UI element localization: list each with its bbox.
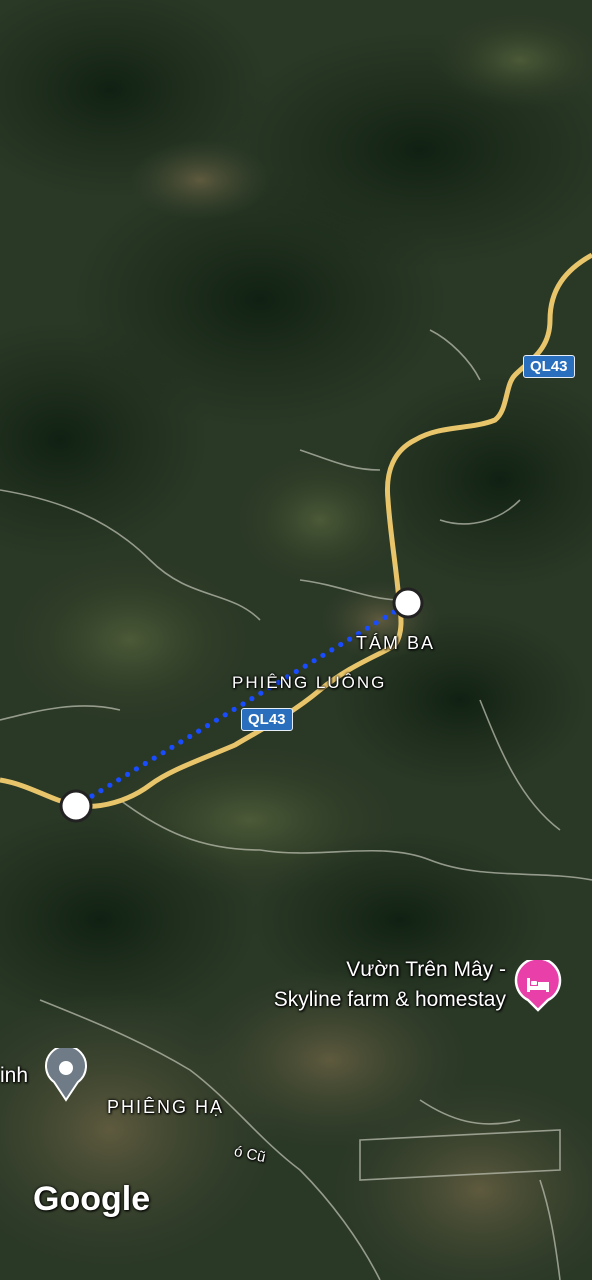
road-shield-ql43-top: QL43 [523,355,575,378]
route-dot [320,652,326,658]
route-dot [302,663,308,669]
place-label-tam-ba: TÁM BA [356,633,436,653]
hotel-bed-icon[interactable] [514,957,562,1012]
route-dot [213,717,219,723]
route-dot [133,766,139,772]
route-dot [329,647,335,653]
route-dot [187,733,193,740]
satellite-map[interactable] [0,0,592,1280]
route-dot [98,788,104,794]
route-dot [311,658,317,664]
place-label-phieng-ha: PHIÊNG HẠ [107,1097,225,1117]
route-dot [178,739,184,745]
route-dot [382,614,388,621]
route-dot [124,771,131,778]
poi-name-line1: Vườn Trên Mây - [346,958,506,981]
road-shield-ql43-mid: QL43 [241,708,293,731]
route-dot [142,760,148,767]
route-end-point[interactable] [392,587,424,619]
route-dot [347,636,353,642]
route-dot [196,728,202,734]
route-dot [373,620,379,626]
route-dot [160,750,166,756]
route-dot [204,723,211,729]
google-logo: Google [33,1180,151,1218]
route-dot [169,744,175,750]
route-dot [364,625,370,631]
poi-name-line2: Skyline farm & homestay [273,988,506,1011]
location-pin-icon[interactable] [44,1045,88,1102]
route-dot [231,706,237,713]
place-label-phieng-luong: PHIÊNG LUÔNG [232,673,387,692]
route-dot [240,701,246,707]
place-label-partial: inh [0,1064,29,1087]
route-dot [338,641,344,648]
route-dot [249,696,255,702]
route-dot [107,782,113,788]
route-dot [222,712,228,718]
route-dot [116,777,122,783]
route-start-point[interactable] [59,789,93,823]
route-dot [151,755,157,761]
poi-label[interactable]: Vườn Trên Mây - Skyline farm & homestay [274,955,506,1015]
